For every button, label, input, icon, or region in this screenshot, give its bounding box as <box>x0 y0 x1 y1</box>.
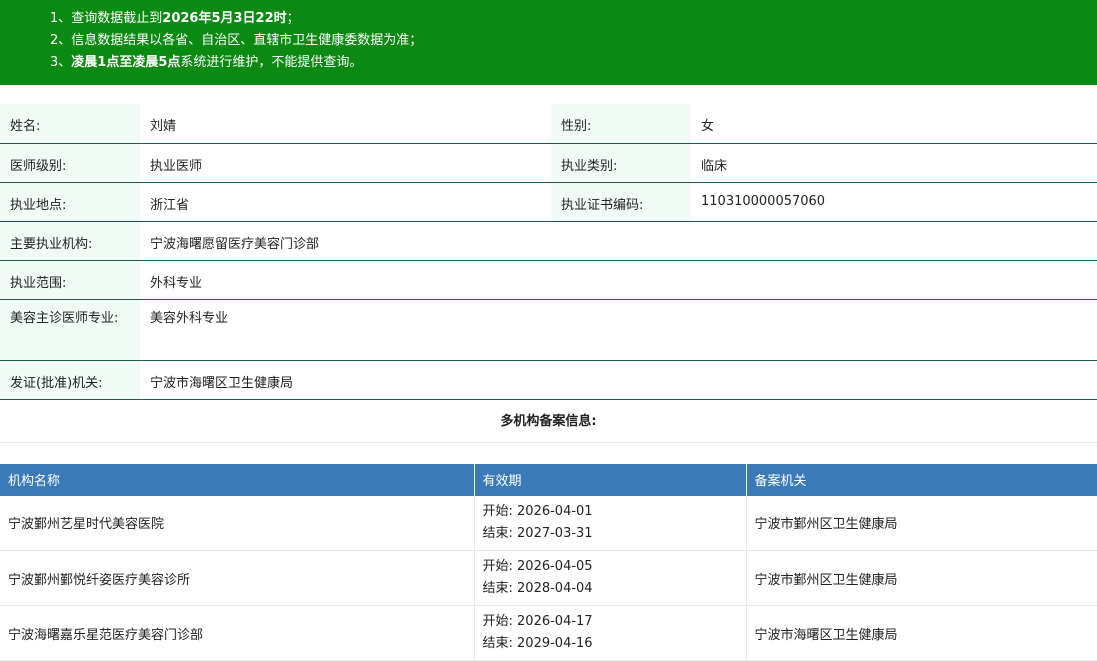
records-table: 机构名称 有效期 备案机关 宁波鄞州艺星时代美容医院 开始: 2026-04-0… <box>0 464 1097 661</box>
location-label: 执业地点: <box>0 182 140 221</box>
table-row: 宁波鄞州艺星时代美容医院 开始: 2026-04-01结束: 2027-03-3… <box>0 496 1097 551</box>
header-validity: 有效期 <box>474 464 746 496</box>
multi-institution-title: 多机构备案信息: <box>0 400 1097 443</box>
cert-label: 执业证书编码: <box>551 182 691 221</box>
notice-line-2: 2、信息数据结果以各省、自治区、直辖市卫生健康委数据为准； <box>50 30 1097 52</box>
scope-label: 执业范围: <box>0 260 140 299</box>
institution-name: 宁波鄞州鄞悦纤姿医疗美容诊所 <box>0 551 474 606</box>
header-institution: 机构名称 <box>0 464 474 496</box>
filing-authority: 宁波市鄞州区卫生健康局 <box>746 551 1097 606</box>
doctor-info-table: 姓名: 刘婧 性别: 女 医师级别: 执业医师 执业类别: 临床 执业地点: 浙… <box>0 104 1097 400</box>
filing-authority: 宁波市海曙区卫生健康局 <box>746 606 1097 661</box>
notice-line-3: 3、凌晨1点至凌晨5点系统进行维护，不能提供查询。 <box>50 52 1097 74</box>
header-authority: 备案机关 <box>746 464 1097 496</box>
notice-banner: 1、查询数据截止到2026年5月3日22时； 2、信息数据结果以各省、自治区、直… <box>0 0 1097 85</box>
cosmetic-label: 美容主诊医师专业: <box>0 299 140 360</box>
category-label: 执业类别: <box>551 143 691 182</box>
location-value: 浙江省 <box>140 182 551 221</box>
name-label: 姓名: <box>0 104 140 143</box>
notice-line-1: 1、查询数据截止到2026年5月3日22时； <box>50 8 1097 30</box>
table-row: 宁波鄞州鄞悦纤姿医疗美容诊所 开始: 2026-04-05结束: 2028-04… <box>0 551 1097 606</box>
gender-label: 性别: <box>551 104 691 143</box>
institution-label: 主要执业机构: <box>0 221 140 260</box>
issuer-label: 发证(批准)机关: <box>0 360 140 399</box>
table-row: 宁波海曙嘉乐星范医疗美容门诊部 开始: 2026-04-17结束: 2029-0… <box>0 606 1097 661</box>
name-value: 刘婧 <box>140 104 551 143</box>
gender-value: 女 <box>691 104 1097 143</box>
institution-value: 宁波海曙愿留医疗美容门诊部 <box>140 221 1097 260</box>
scope-value: 外科专业 <box>140 260 1097 299</box>
category-value: 临床 <box>691 143 1097 182</box>
validity-period: 开始: 2026-04-05结束: 2028-04-04 <box>474 551 746 606</box>
cosmetic-value: 美容外科专业 <box>140 299 1097 360</box>
institution-name: 宁波海曙嘉乐星范医疗美容门诊部 <box>0 606 474 661</box>
level-label: 医师级别: <box>0 143 140 182</box>
validity-period: 开始: 2026-04-17结束: 2029-04-16 <box>474 606 746 661</box>
institution-name: 宁波鄞州艺星时代美容医院 <box>0 496 474 551</box>
filing-authority: 宁波市鄞州区卫生健康局 <box>746 496 1097 551</box>
validity-period: 开始: 2026-04-01结束: 2027-03-31 <box>474 496 746 551</box>
issuer-value: 宁波市海曙区卫生健康局 <box>140 360 1097 399</box>
cert-value: 110310000057060 <box>691 182 1097 221</box>
level-value: 执业医师 <box>140 143 551 182</box>
